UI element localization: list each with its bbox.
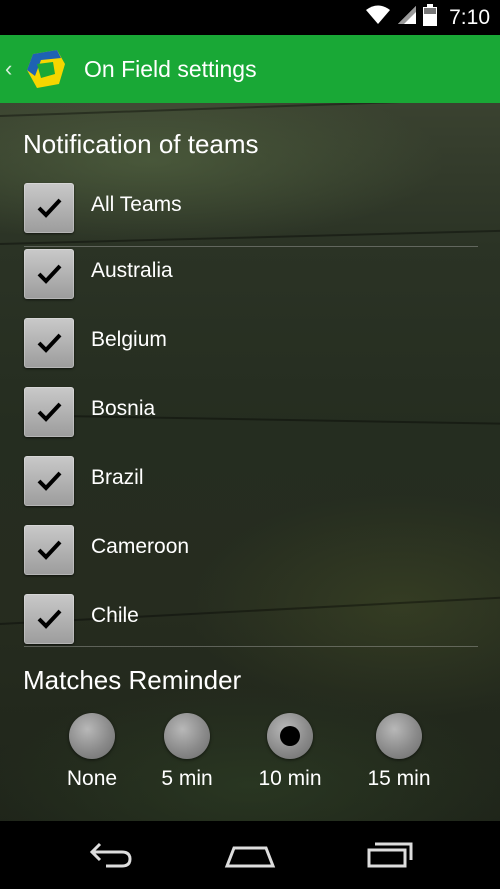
team-label: Australia (91, 259, 173, 282)
reminder-radio-group: None 5 min 10 min 15 min (0, 713, 500, 803)
team-row-bosnia[interactable]: Bosnia (0, 381, 500, 450)
chevron-left-icon[interactable]: ‹ (5, 56, 19, 82)
team-row-cameroon[interactable]: Cameroon (0, 519, 500, 588)
checkmark-icon (37, 264, 62, 284)
radio-label: None (66, 767, 118, 790)
settings-content: Notification of teams All Teams Australi… (0, 103, 500, 821)
team-row-brazil[interactable]: Brazil (0, 450, 500, 519)
team-label: Chile (91, 604, 139, 627)
team-label: Brazil (91, 466, 144, 489)
checkbox-brazil[interactable] (24, 456, 74, 506)
battery-icon (423, 4, 438, 31)
notifications-section-title: Notification of teams (23, 129, 259, 159)
radio-option-10-min[interactable]: 10 min (235, 713, 345, 803)
team-label: Cameroon (91, 535, 190, 558)
reminder-section-title: Matches Reminder (23, 665, 242, 695)
checkmark-icon (37, 471, 62, 491)
back-nav-icon[interactable] (80, 835, 140, 875)
page-title: On Field settings (84, 55, 257, 82)
wifi-icon (365, 5, 391, 30)
radio-label: 15 min (367, 767, 431, 790)
background-streak (0, 103, 500, 117)
team-label: Belgium (91, 328, 167, 351)
checkmark-icon (37, 609, 62, 629)
radio-button[interactable] (376, 713, 422, 759)
team-label: All Teams (91, 193, 182, 216)
checkbox-cameroon[interactable] (24, 525, 74, 575)
status-icons: 7:10 (365, 0, 490, 35)
radio-option-5-min[interactable]: 5 min (132, 713, 242, 803)
radio-button[interactable] (267, 713, 313, 759)
divider (24, 646, 478, 647)
team-row-australia[interactable]: Australia (0, 243, 500, 312)
checkmark-icon (37, 540, 62, 560)
checkbox-all-teams[interactable] (24, 183, 74, 233)
checkbox-chile[interactable] (24, 594, 74, 644)
checkmark-icon (37, 333, 62, 353)
radio-label: 5 min (161, 767, 213, 790)
checkbox-bosnia[interactable] (24, 387, 74, 437)
navigation-bar (0, 821, 500, 889)
recents-nav-icon[interactable] (360, 835, 420, 875)
radio-selected-dot (280, 726, 300, 746)
checkbox-australia[interactable] (24, 249, 74, 299)
status-bar: 7:10 (0, 0, 500, 35)
checkmark-icon (37, 402, 62, 422)
radio-label: 10 min (258, 767, 322, 790)
radio-option-none[interactable]: None (37, 713, 147, 803)
action-bar: ‹ On Field settings (0, 35, 500, 103)
radio-option-15-min[interactable]: 15 min (344, 713, 454, 803)
radio-button[interactable] (164, 713, 210, 759)
home-nav-icon[interactable] (220, 835, 280, 875)
team-label: Bosnia (91, 397, 156, 420)
team-row-belgium[interactable]: Belgium (0, 312, 500, 381)
signal-icon (397, 5, 417, 30)
team-row-all-teams[interactable]: All Teams (0, 177, 500, 246)
checkbox-belgium[interactable] (24, 318, 74, 368)
radio-button[interactable] (69, 713, 115, 759)
app-logo-icon[interactable] (23, 46, 69, 92)
checkmark-icon (37, 198, 62, 218)
status-time: 7:10 (449, 5, 490, 29)
